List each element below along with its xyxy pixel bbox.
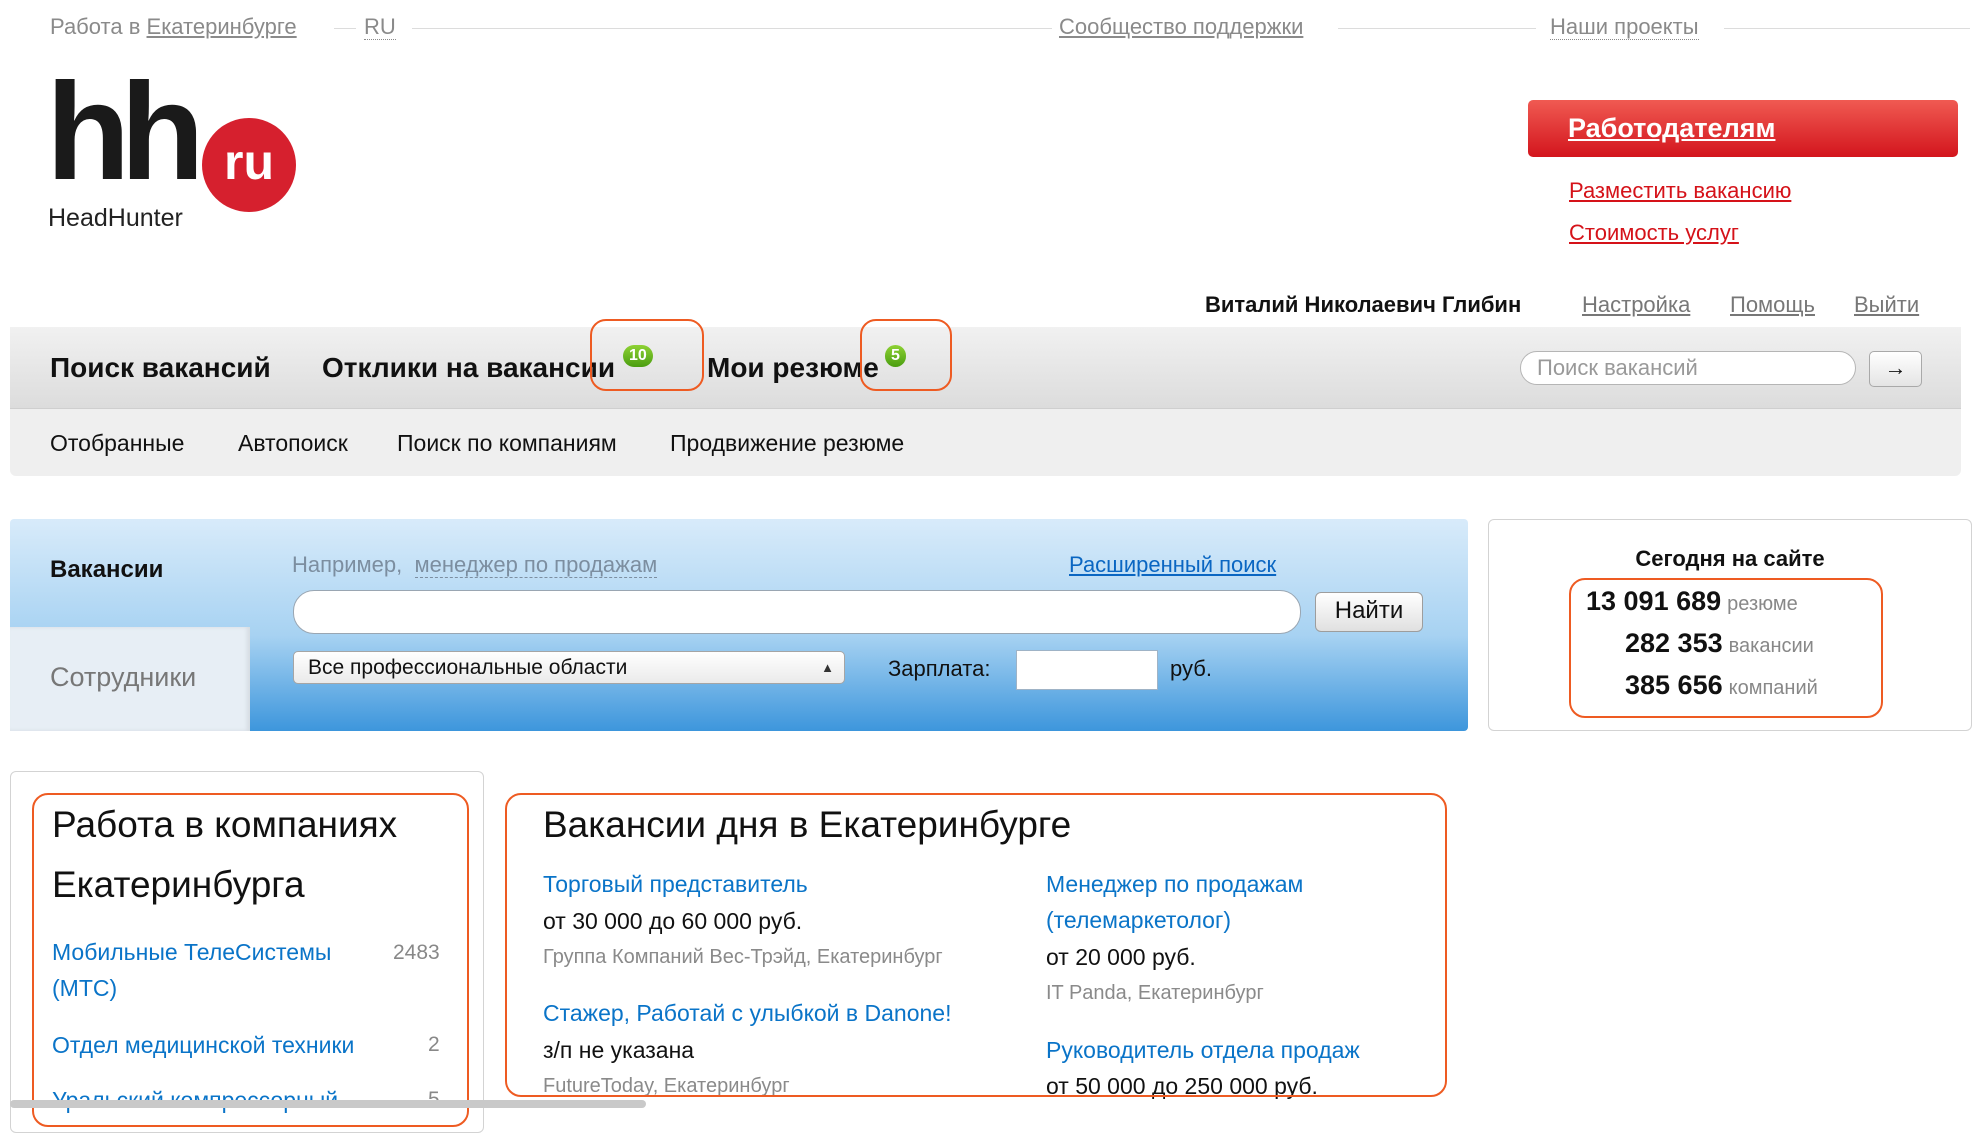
- select-arrows-icon: ▲: [821, 660, 834, 675]
- highlight-companies: [32, 793, 469, 1127]
- help-link[interactable]: Помощь: [1730, 292, 1815, 318]
- post-vacancy-link[interactable]: Разместить вакансию: [1569, 178, 1791, 204]
- professional-area-select[interactable]: Все профессиональные области ▲: [293, 651, 845, 684]
- divider-line: [412, 28, 1052, 29]
- pricing-link[interactable]: Стоимость услуг: [1569, 220, 1739, 246]
- subnav-item-company-search[interactable]: Поиск по компаниям: [397, 430, 617, 457]
- subnav-item-selected[interactable]: Отобранные: [50, 430, 184, 457]
- professional-area-value: Все профессиональные области: [308, 656, 628, 679]
- subnav-item-autosearch[interactable]: Автопоиск: [238, 430, 348, 457]
- city-link[interactable]: Екатеринбурге: [147, 14, 297, 39]
- employers-button[interactable]: Работодателям: [1528, 100, 1958, 157]
- nav-search-go-button[interactable]: →: [1869, 351, 1922, 387]
- highlight-responses-badge: [590, 319, 704, 391]
- settings-link[interactable]: Настройка: [1582, 292, 1690, 318]
- tab-vacancies[interactable]: Вакансии: [50, 556, 163, 584]
- logo-hh-text: hh: [46, 55, 205, 209]
- work-prefix-text: Работа в: [50, 14, 147, 39]
- search-example: Например, менеджер по продажам: [292, 552, 658, 578]
- highlight-day-vacancies: [505, 793, 1447, 1097]
- find-button[interactable]: Найти: [1315, 592, 1423, 632]
- highlight-stats: [1569, 578, 1883, 718]
- nav-search-input[interactable]: Поиск вакансий: [1520, 351, 1856, 385]
- language-switch[interactable]: RU: [364, 14, 396, 40]
- divider-line: [1724, 28, 1970, 29]
- nav-my-resumes[interactable]: Мои резюме: [707, 352, 879, 384]
- divider-line: [1338, 28, 1536, 29]
- support-community-link[interactable]: Сообщество поддержки: [1059, 14, 1303, 40]
- horizontal-scrollbar[interactable]: [10, 1100, 646, 1108]
- salary-label: Зарплата:: [888, 656, 991, 681]
- user-name: Виталий Николаевич Глибин: [1205, 292, 1522, 317]
- salary-input[interactable]: [1016, 650, 1158, 690]
- logo-ru-circle: ru: [202, 118, 296, 212]
- nav-responses[interactable]: Отклики на вакансии: [322, 352, 615, 384]
- tab-employees-label[interactable]: Сотрудники: [50, 662, 196, 693]
- salary-unit: руб.: [1170, 656, 1212, 681]
- divider-line: [334, 28, 356, 29]
- example-link[interactable]: менеджер по продажам: [414, 552, 658, 578]
- work-in-city: Работа в Екатеринбурге: [50, 14, 297, 40]
- subnav-item-resume-promotion[interactable]: Продвижение резюме: [670, 430, 904, 457]
- vacancy-search-input[interactable]: [293, 590, 1301, 634]
- our-projects-link[interactable]: Наши проекты: [1550, 14, 1699, 40]
- logo-subtitle: HeadHunter: [48, 204, 183, 232]
- nav-search-vacancies[interactable]: Поиск вакансий: [50, 352, 271, 384]
- logout-link[interactable]: Выйти: [1854, 292, 1919, 318]
- example-prefix: Например,: [292, 552, 403, 577]
- highlight-resumes-badge: [860, 319, 952, 391]
- stats-title: Сегодня на сайте: [1635, 546, 1825, 571]
- advanced-search-link[interactable]: Расширенный поиск: [1069, 552, 1276, 578]
